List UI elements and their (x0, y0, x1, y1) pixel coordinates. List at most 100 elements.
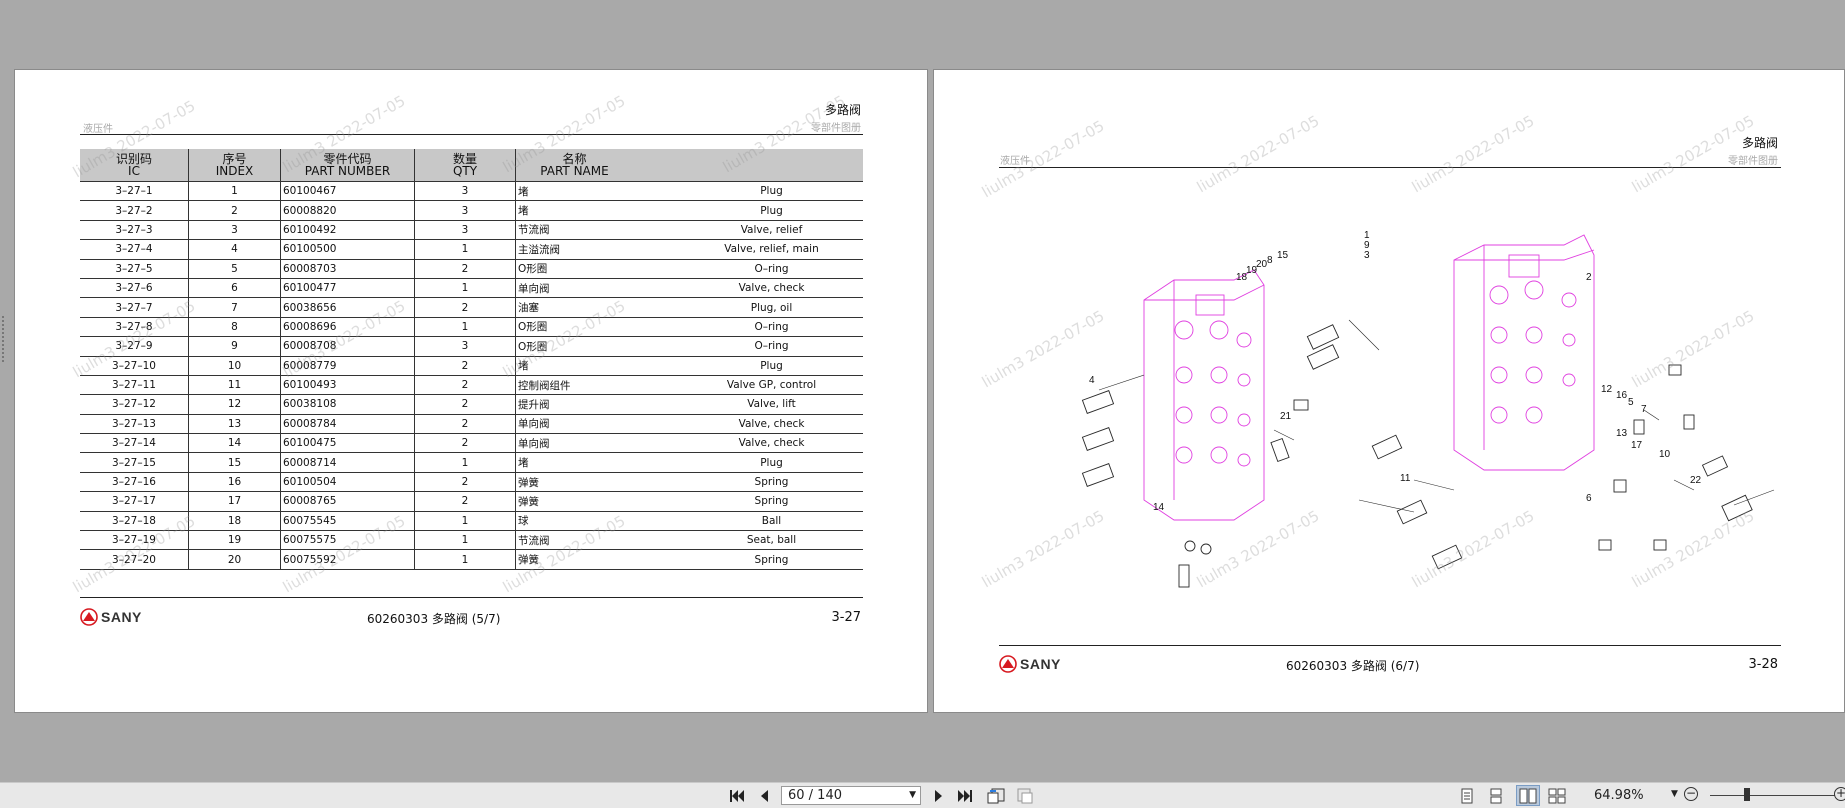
chevron-down-icon[interactable]: ▼ (1671, 789, 1678, 799)
cell-name-en: Plug, oil (680, 297, 863, 318)
cell-ic: 3–27–14 (80, 433, 189, 454)
cell-name-en: Valve, lift (680, 394, 863, 415)
cell-qty: 3 (414, 220, 516, 241)
zoom-in-button[interactable]: + (1834, 787, 1845, 801)
cell-part-number: 60100500 (280, 239, 415, 260)
callout: 15 (1277, 250, 1289, 261)
cell-ic: 3–27–11 (80, 375, 189, 396)
cell-name-cn: 堵 (515, 200, 680, 221)
next-page-button[interactable] (930, 785, 948, 806)
table-row: 3–27–5 5 60008703 2 O形圈 O–ring (80, 259, 863, 279)
cell-index: 2 (188, 200, 281, 221)
cell-qty: 2 (414, 433, 516, 454)
sany-logo: SANY (80, 608, 142, 626)
sany-logo-icon (999, 655, 1017, 673)
cell-ic: 3–27–1 (80, 180, 189, 202)
next-view-icon (1017, 788, 1033, 803)
header-rule (999, 167, 1781, 168)
go-forward-view-button[interactable] (1015, 785, 1037, 806)
cell-ic: 3–27–15 (80, 452, 189, 473)
table-row: 3–27–16 16 60100504 2 弹簧 Spring (80, 472, 863, 493)
cell-index: 20 (188, 549, 281, 570)
cell-index: 19 (188, 530, 281, 551)
table-row: 3–27–19 19 60075575 1 节流阀 Seat, ball (80, 530, 863, 551)
cell-part-number: 60100467 (280, 180, 415, 202)
parts-table: 识别码 IC 序号 INDEX 零件代码 PART NUMBER 数量 QTY 名称 PA… (80, 149, 863, 570)
cell-ic: 3–27–9 (80, 336, 189, 357)
cell-name-cn: 单向阀 (515, 278, 680, 299)
previous-page-button[interactable] (755, 785, 773, 806)
two-page-view-button[interactable] (1516, 785, 1540, 806)
cell-ic: 3–27–6 (80, 278, 189, 299)
footer-rule (80, 597, 863, 598)
cell-qty: 3 (414, 180, 516, 202)
cell-ic: 3–27–7 (80, 297, 189, 318)
viewer-toolbar: 60 / 140 ▼ 64.98% ▼ − + (0, 782, 1845, 808)
cell-name-cn: 堵 (515, 452, 680, 473)
cell-ic: 3–27–17 (80, 491, 189, 512)
table-row: 3–27–9 9 60008708 3 O形圈 O–ring (80, 336, 863, 357)
cell-ic: 3–27–20 (80, 549, 189, 570)
left-edge-grip[interactable] (2, 316, 4, 362)
callout: 5 (1628, 397, 1634, 408)
zoom-slider-handle[interactable] (1744, 788, 1750, 801)
chevron-down-icon[interactable]: ▼ (909, 787, 916, 804)
cell-part-number: 60075575 (280, 530, 415, 551)
callout: 20 (1256, 259, 1268, 270)
cell-index: 14 (188, 433, 281, 454)
page-number-value: 60 / 140 (788, 788, 842, 803)
first-page-button[interactable] (727, 785, 747, 806)
footer-document-title: 60260303 多路阀 (5/7) (367, 612, 501, 626)
table-row: 3–27–1 1 60100467 3 堵 Plug (80, 180, 863, 202)
cell-qty: 1 (414, 239, 516, 260)
callout: 14 (1153, 502, 1165, 513)
table-row: 3–27–14 14 60100475 2 单向阀 Valve, check (80, 433, 863, 454)
page-number-input[interactable]: 60 / 140 ▼ (781, 786, 921, 805)
exploded-parts-diagram: 1 9 3 2 4 18 19 20 8 15 21 14 12 16 5 7 … (1081, 230, 1775, 588)
cell-name-en: Spring (680, 491, 863, 512)
cell-part-number: 60008708 (280, 336, 415, 357)
document-page-left: 液压件 多路阀 零部件图册 识别码 IC 序号 INDEX 零件代码 PART NUM… (14, 69, 928, 713)
cell-ic: 3–27–13 (80, 414, 189, 435)
cell-qty: 2 (414, 472, 516, 493)
cell-qty: 2 (414, 297, 516, 318)
cell-part-number: 60008765 (280, 491, 415, 512)
last-page-icon (958, 789, 972, 802)
col-qty: 数量 QTY (414, 149, 516, 182)
cell-index: 5 (188, 259, 281, 279)
callout: 17 (1631, 440, 1643, 451)
last-page-button[interactable] (955, 785, 975, 806)
two-page-continuous-button[interactable] (1547, 785, 1567, 806)
cell-index: 17 (188, 491, 281, 512)
cell-ic: 3–27–8 (80, 317, 189, 338)
cell-name-cn: 球 (515, 511, 680, 532)
cell-name-en: Valve, check (680, 433, 863, 454)
header-title: 多路阀 (1741, 136, 1778, 150)
cell-name-en: O–ring (680, 259, 863, 279)
table-row: 3–27–8 8 60008696 1 O形圈 O–ring (80, 317, 863, 338)
cell-ic: 3–27–2 (80, 200, 189, 221)
col-ic: 识别码 IC (80, 149, 189, 182)
cell-name-en: Spring (680, 549, 863, 570)
single-page-view-button[interactable] (1458, 785, 1476, 806)
table-row: 3–27–17 17 60008765 2 弹簧 Spring (80, 491, 863, 512)
valve-body-right (1453, 234, 1595, 471)
cell-ic: 3–27–4 (80, 239, 189, 260)
table-header-row: 识别码 IC 序号 INDEX 零件代码 PART NUMBER 数量 QTY 名称 PA… (80, 149, 863, 182)
sany-logo-icon (80, 608, 98, 626)
cell-name-en: Seat, ball (680, 530, 863, 551)
col-index: 序号 INDEX (188, 149, 281, 182)
callout: 8 (1267, 255, 1273, 266)
go-back-view-button[interactable] (985, 785, 1007, 806)
cell-qty: 3 (414, 336, 516, 357)
cell-part-number: 60008779 (280, 356, 415, 376)
zoom-slider-track[interactable] (1710, 795, 1835, 796)
cell-part-number: 60038656 (280, 297, 415, 318)
cell-name-cn: 控制阀组件 (515, 375, 680, 396)
zoom-out-button[interactable]: − (1684, 787, 1698, 801)
callout: 12 (1601, 384, 1613, 395)
continuous-view-button[interactable] (1487, 785, 1505, 806)
cell-name-cn: O形圈 (515, 336, 680, 357)
callout: 22 (1690, 475, 1702, 486)
zoom-level[interactable]: 64.98% (1594, 788, 1644, 803)
